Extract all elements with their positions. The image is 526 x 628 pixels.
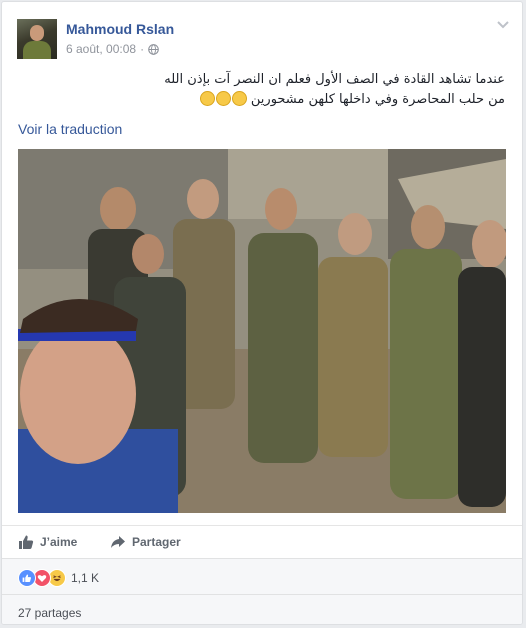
post-text: عندما تشاهد القادة في الصف الأول فعلم ان…: [25, 70, 505, 110]
reaction-count[interactable]: 1,1 K: [71, 571, 99, 585]
see-translation-link[interactable]: Voir la traduction: [18, 121, 122, 137]
post-timestamp[interactable]: 6 août, 00:08: [66, 42, 136, 56]
post-text-line-1: عندما تشاهد القادة في الصف الأول فعلم ان…: [164, 72, 505, 87]
laughing-emoji-icon: [215, 91, 231, 106]
group-photo-image: [18, 149, 506, 513]
share-arrow-icon: [111, 536, 125, 548]
like-label: J’aime: [40, 535, 78, 549]
reactions-summary: 1,1 K: [2, 558, 522, 595]
chevron-down-icon[interactable]: [496, 20, 510, 30]
shares-count-link[interactable]: 27 partages: [18, 606, 81, 620]
post-text-line-2-text: من حلب المحاصرة وفي داخلها كلهن مشحورين: [250, 92, 505, 107]
meta-separator: ·: [140, 42, 145, 56]
post-photo[interactable]: [18, 149, 506, 513]
thumbs-up-icon: [19, 535, 34, 549]
author-avatar[interactable]: [17, 19, 57, 59]
shares-summary: 27 partages: [2, 594, 522, 624]
share-button[interactable]: Partager: [110, 534, 181, 550]
post-text-line-2: من حلب المحاصرة وفي داخلها كلهن مشحورين: [25, 90, 505, 110]
post-meta: 6 août, 00:08 ·: [66, 42, 159, 56]
laughing-emoji-icon: [199, 91, 215, 106]
post-actions: J’aime Partager: [2, 525, 522, 558]
post-card: Mahmoud Rslan 6 août, 00:08 · عندما تشاه…: [1, 1, 523, 625]
reactions-button[interactable]: 1,1 K: [18, 569, 99, 587]
like-reaction-icon: [18, 569, 36, 587]
share-label: Partager: [132, 535, 181, 549]
like-button[interactable]: J’aime: [18, 534, 77, 550]
author-name[interactable]: Mahmoud Rslan: [66, 21, 174, 37]
globe-icon[interactable]: [148, 43, 159, 55]
laughing-emoji-icon: [231, 91, 247, 106]
